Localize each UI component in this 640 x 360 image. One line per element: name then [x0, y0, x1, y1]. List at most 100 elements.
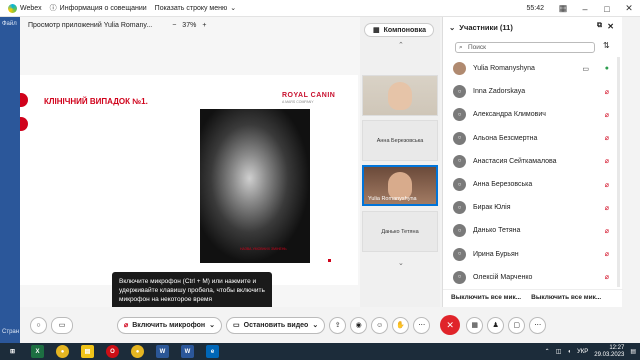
participants-scrollbar[interactable]	[617, 57, 620, 287]
close-button[interactable]: ✕	[618, 0, 640, 17]
mic-muted-icon: ⌀	[124, 322, 129, 329]
stop-video-button[interactable]: ▭ Остановить видео ⌄	[226, 316, 326, 334]
leave-meeting-button[interactable]: ✕	[440, 315, 461, 335]
apps-icon[interactable]: ▦	[466, 316, 484, 334]
more-icon[interactable]: ⋯	[413, 316, 431, 334]
avatar: ○	[453, 154, 466, 168]
status-icon[interactable]: ○	[30, 316, 47, 334]
avatar: ○	[453, 131, 466, 145]
webex-logo-icon	[8, 3, 17, 13]
viewer-title: Просмотр приложений Yulia Romany...	[28, 22, 153, 29]
participant-row[interactable]: ○ Бирак Юлія ⌀	[443, 196, 623, 219]
mic-muted-icon: ⌀	[604, 227, 609, 235]
info-icon: ⓘ	[49, 5, 57, 12]
volume-icon[interactable]: ◖	[567, 349, 571, 355]
app-name: Webex	[20, 4, 42, 12]
avatar: ○	[453, 201, 466, 215]
avatar: ○	[453, 270, 466, 284]
webex-taskbar-icon[interactable]: W	[156, 345, 169, 358]
language-indicator[interactable]: УКР	[577, 349, 588, 355]
video-tile-active-speaker[interactable]: Yulia Romanyshyna	[362, 165, 438, 206]
search-placeholder: Поиск	[468, 44, 487, 51]
maximize-button[interactable]: □	[596, 0, 618, 17]
notifications-icon[interactable]: ▤	[630, 348, 636, 355]
participant-row[interactable]: ○ Inna Zadorskaya ⌀	[443, 80, 623, 103]
opera-icon[interactable]: O	[106, 345, 119, 358]
cc-icon[interactable]: ▭	[51, 316, 73, 334]
participants-footer: Выключить все мик... Выключить все мик..…	[443, 289, 623, 305]
layout-button[interactable]: ▦ Компоновка	[364, 23, 434, 37]
chrome-icon[interactable]: ●	[131, 345, 144, 358]
mute-all-button-secondary[interactable]: Выключить все мик...	[531, 294, 601, 301]
system-tray: ⌃ ◫ ◖ УКР 12:27 29.03.2023 ▤	[545, 344, 636, 359]
network-icon[interactable]: ◫	[556, 348, 562, 355]
clock[interactable]: 12:27 29.03.2023	[594, 345, 624, 358]
show-menu-button[interactable]: Показать строку меню ⌄	[154, 4, 237, 13]
mic-muted-icon: ⌀	[604, 158, 609, 166]
word-icon[interactable]: W	[181, 345, 194, 358]
video-tile[interactable]: Анна Березовська	[362, 120, 438, 161]
video-tile[interactable]: Данько Тетяна	[362, 211, 438, 252]
participant-name: Бирак Юлія	[473, 204, 511, 212]
participant-row[interactable]: ○ Альона Безсмертна ⌀	[443, 127, 623, 150]
share-icon[interactable]: ⇪	[329, 316, 347, 334]
avatar: ○	[453, 247, 466, 261]
browser-icon[interactable]: e	[206, 345, 219, 358]
chevron-down-icon: ⌄	[230, 5, 237, 12]
participant-row[interactable]: ○ Александра Климович ⌀	[443, 103, 623, 126]
record-icon[interactable]: ◉	[350, 316, 368, 334]
minimize-button[interactable]: –	[574, 0, 596, 17]
participant-search-input[interactable]: ⌕ Поиск	[455, 42, 595, 53]
webex-app[interactable]: Webex	[8, 3, 42, 13]
raise-hand-icon[interactable]: ✋	[392, 316, 410, 334]
scroll-down-icon[interactable]: ⌄	[398, 259, 404, 267]
tray-chevron-icon[interactable]: ⌃	[545, 348, 550, 355]
layout-grid-icon: ▦	[373, 27, 380, 34]
slide-bullet-marker	[20, 93, 28, 107]
grid-icon[interactable]: ▦	[552, 0, 574, 17]
participant-row[interactable]: ○ Анна Березовська ⌀	[443, 173, 623, 196]
participant-row[interactable]: ○ Ирина Бурьян ⌀	[443, 243, 623, 266]
zoom-in-button[interactable]: +	[202, 22, 206, 29]
background-word-window: Файл Стран	[0, 17, 20, 343]
pop-out-icon[interactable]: ⧉	[597, 22, 602, 30]
participants-icon[interactable]: ♟	[487, 316, 505, 334]
participants-title: Участники (11)	[459, 22, 513, 32]
royal-canin-logo: ROYAL CANIN	[282, 92, 336, 99]
participant-name: Yulia Romanyshyna	[473, 65, 535, 73]
participant-row[interactable]: ○ Анастасия Сейткамалова ⌀	[443, 150, 623, 173]
zoom-out-button[interactable]: −	[172, 22, 176, 29]
sort-icon[interactable]: ⇅	[603, 41, 610, 50]
participant-name: Александра Климович	[473, 111, 546, 119]
mic-muted-icon: ⌀	[604, 274, 609, 282]
meeting-info-button[interactable]: ⓘ Информация о совещании	[50, 3, 147, 13]
chrome-icon[interactable]: ●	[56, 345, 69, 358]
video-tile[interactable]	[362, 75, 438, 116]
zoom-control: − 37% +	[172, 22, 206, 29]
participant-name: Inna Zadorskaya	[473, 88, 526, 96]
mic-muted-icon: ⌀	[604, 204, 609, 212]
participant-name: Олексій Марченко	[473, 273, 533, 281]
word-file-tab[interactable]: Файл	[0, 17, 20, 31]
reactions-icon[interactable]: ☺	[371, 316, 389, 334]
participant-row[interactable]: ○ Олексій Марченко ⌀	[443, 266, 623, 289]
participant-row[interactable]: ○ Данько Тетяна ⌀	[443, 219, 623, 242]
mute-all-button[interactable]: Выключить все мик...	[451, 294, 521, 301]
excel-icon[interactable]: X	[31, 345, 44, 358]
scroll-up-icon[interactable]: ⌃	[398, 41, 404, 49]
more-options-icon[interactable]: ⋯	[529, 316, 547, 334]
slide-title: КЛІНІЧНИЙ ВИПАДОК №1.	[44, 97, 148, 106]
participant-name: Данько Тетяна	[473, 227, 521, 235]
mic-muted-icon: ⌀	[604, 181, 609, 189]
show-menu-label: Показать строку меню	[154, 4, 228, 12]
unmute-button[interactable]: ⌀ Включить микрофон ⌄	[117, 316, 223, 334]
windows-start-icon[interactable]: ⊞	[6, 345, 19, 358]
participant-name: Анастасия Сейткамалова	[473, 157, 557, 165]
chat-icon[interactable]: ▢	[508, 316, 526, 334]
collapse-chevron-icon[interactable]: ⌄	[449, 23, 455, 32]
participant-row[interactable]: Yulia Romanyshyna ▭ ●	[443, 57, 623, 80]
camera-icon: ▭	[582, 65, 589, 73]
explorer-icon[interactable]: ▤	[81, 345, 94, 358]
title-bar: Webex ⓘ Информация о совещании Показать …	[0, 0, 640, 17]
close-icon[interactable]: ✕	[607, 22, 614, 31]
